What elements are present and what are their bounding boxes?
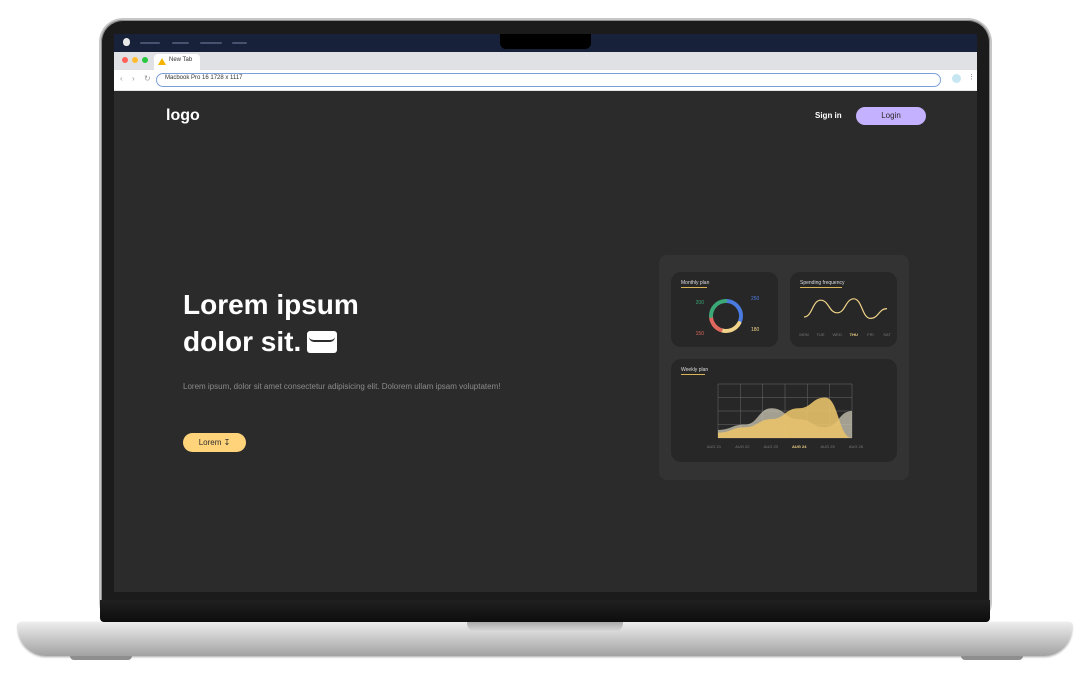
more-options-icon[interactable]: ⋮	[968, 73, 975, 81]
laptop-screen: New Tab ‹ › ↻ Macbook Pro 16 1728 x 1117…	[114, 34, 977, 592]
site-logo[interactable]: logo	[166, 107, 200, 125]
address-bar-text: Macbook Pro 16 1728 x 1117	[165, 75, 243, 81]
wallet-icon	[307, 331, 338, 353]
spending-line-chart: MON TUE WED THU FRI SAT	[799, 298, 891, 337]
spending-series-line	[803, 298, 888, 320]
hero-description: Lorem ipsum, dolor sit amet consectetur …	[183, 382, 501, 391]
tab-label: New Tab	[169, 57, 193, 63]
sign-in-link[interactable]: Sign in	[815, 111, 842, 120]
camera-notch	[500, 34, 591, 49]
window-minimize-button[interactable]	[132, 57, 138, 63]
laptop-base	[18, 622, 1072, 656]
back-icon[interactable]: ‹	[120, 74, 123, 83]
hero-title: Lorem ipsum dolor sit.	[183, 286, 359, 360]
cta-button[interactable]: Lorem ↧	[183, 433, 246, 452]
weekly-date-label: AUG 25	[820, 444, 835, 449]
browser-tab-strip	[114, 52, 977, 70]
weekly-date-label: AUG 21	[707, 444, 722, 449]
window-maximize-button[interactable]	[142, 57, 148, 63]
hero-title-line1: Lorem ipsum	[183, 289, 359, 320]
spending-day-label: WED	[833, 332, 842, 337]
reload-icon[interactable]: ↻	[144, 74, 151, 83]
laptop-foot	[70, 656, 132, 660]
laptop-hinge	[100, 600, 990, 622]
spending-day-label: MON	[799, 332, 808, 337]
weekly-plan-card: Weekly plan AUG 21 AUG 22 AUG 23 AUG 24 AUG …	[671, 359, 897, 462]
forward-icon[interactable]: ›	[132, 74, 135, 83]
browser-toolbar: ‹ › ↻ Macbook Pro 16 1728 x 1117 ⋮	[114, 70, 977, 91]
address-bar[interactable]: Macbook Pro 16 1728 x 1117	[156, 73, 941, 87]
spending-frequency-card: Spending frequency MON TUE WED THU FRI SAT	[790, 272, 897, 347]
donut-slice	[709, 299, 728, 318]
weekly-date-label: AUG 23	[764, 444, 779, 449]
menu-item-placeholder[interactable]	[200, 42, 222, 44]
laptop-foot	[961, 656, 1023, 660]
opening-notch	[467, 622, 623, 632]
menu-item-placeholder[interactable]	[232, 42, 247, 44]
web-page: logo Sign in Login Lorem ipsum dolor sit…	[114, 91, 977, 592]
donut-label: 200	[696, 300, 705, 306]
weekly-area-chart: AUG 21 AUG 22 AUG 23 AUG 24 AUG 25 AUG 26	[707, 383, 864, 449]
donut-label: 150	[696, 331, 705, 337]
monthly-plan-card: Monthly plan 250 180 150 200	[671, 272, 778, 347]
donut-label: 180	[751, 327, 760, 333]
donut-slice	[709, 315, 723, 332]
extension-icon[interactable]	[952, 74, 961, 83]
window-close-button[interactable]	[122, 57, 128, 63]
menu-item-placeholder[interactable]	[172, 42, 189, 44]
donut-slice	[724, 299, 743, 324]
hero-title-line2: dolor sit.	[183, 326, 302, 357]
weekly-date-label: AUG 26	[849, 444, 864, 449]
dashboard-preview: Monthly plan 250 180 150 200 Spending frequ…	[659, 255, 909, 480]
spending-day-label: THU	[850, 332, 858, 337]
apple-icon[interactable]	[123, 38, 130, 46]
spending-day-label: SAT	[883, 332, 891, 337]
download-icon: ↧	[223, 438, 231, 447]
warning-icon	[158, 58, 166, 65]
browser-tab[interactable]: New Tab	[154, 54, 200, 70]
donut-slice	[719, 321, 742, 333]
spending-day-label: FRI	[867, 332, 873, 337]
weekly-date-label: AUG 22	[735, 444, 750, 449]
login-button[interactable]: Login	[856, 107, 926, 125]
spending-day-label: TUE	[817, 332, 825, 337]
donut-label: 250	[751, 296, 760, 302]
monthly-donut-chart: 250 180 150 200	[696, 296, 760, 337]
weekly-date-label: AUG 24	[792, 444, 807, 449]
menu-item-placeholder[interactable]	[140, 42, 160, 44]
cta-label: Lorem	[198, 438, 222, 447]
